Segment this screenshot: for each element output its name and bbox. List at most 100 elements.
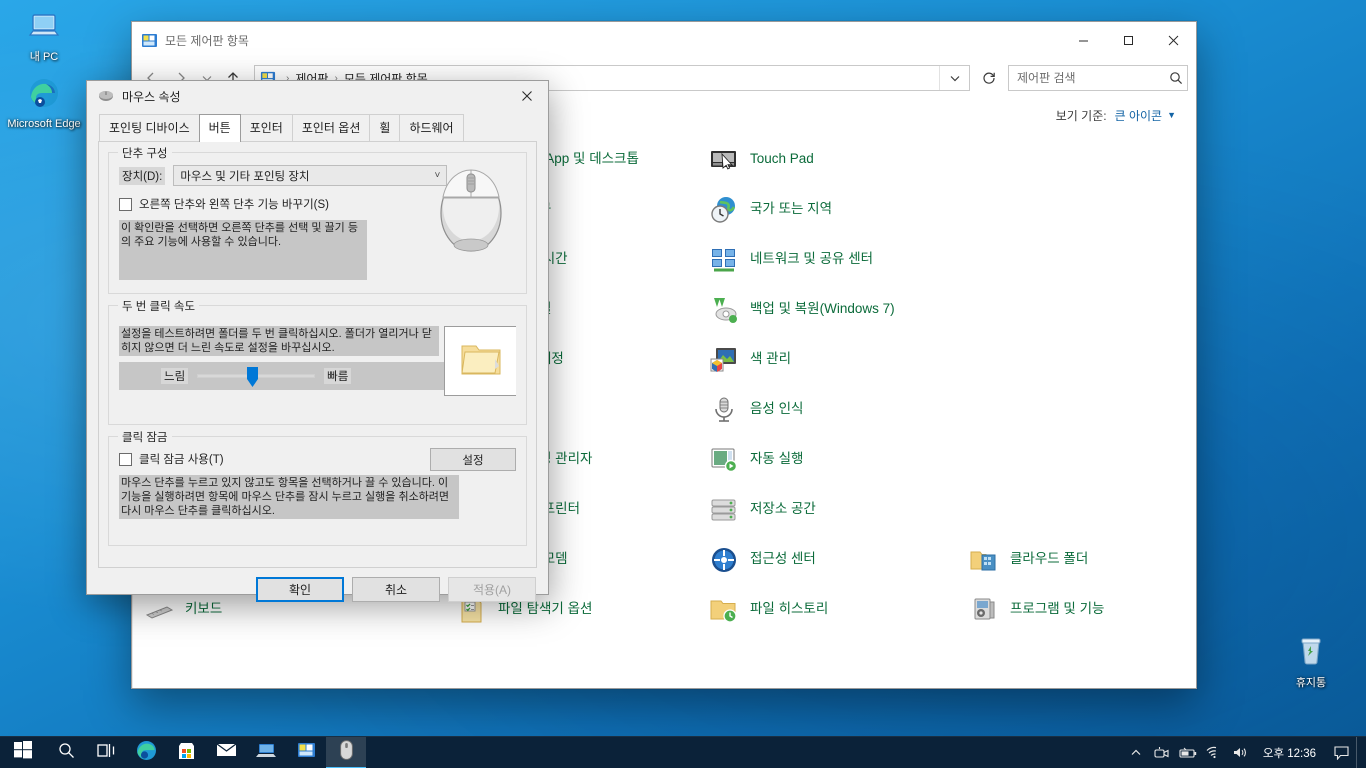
cp-item-ease-of-access[interactable]: 접근성 센터 xyxy=(708,540,968,590)
buttons-tab-pane: 단추 구성 장치(D): 마우스 및 기타 포인팅 장치 ˅ 오른쪽 단추와 왼… xyxy=(98,141,537,568)
tab-pointer-options[interactable]: 포인터 옵션 xyxy=(291,114,371,141)
dialog-button-row: 확인 취소 적용(A) xyxy=(87,568,548,612)
cp-item-label: 국가 또는 지역 xyxy=(750,201,833,216)
speech-recognition-icon xyxy=(708,394,740,426)
cp-item-color-management[interactable]: 색 관리 xyxy=(708,340,968,390)
cp-item-label: 프로그램 및 기능 xyxy=(1010,601,1105,616)
tab-wheel[interactable]: 휠 xyxy=(369,114,401,141)
remote-desktop-button[interactable] xyxy=(246,737,286,768)
window-titlebar: 모든 제어판 항목 xyxy=(132,22,1196,58)
cp-item-touch-pad[interactable]: Touch Pad xyxy=(708,140,968,190)
cp-item-label: 네트워크 및 공유 센터 xyxy=(750,251,874,266)
cancel-button[interactable]: 취소 xyxy=(352,577,440,602)
start-button[interactable] xyxy=(0,737,46,768)
mouse-illustration xyxy=(428,157,514,262)
desktop-icon-label: 내 PC xyxy=(29,51,59,63)
taskbar-clock[interactable]: 오후 12:36 xyxy=(1253,737,1326,768)
swap-buttons-label: 오른쪽 단추와 왼쪽 단추 기능 바꾸기(S) xyxy=(139,199,330,211)
cp-item-programs-features[interactable]: 프로그램 및 기능 xyxy=(968,590,1196,640)
mouse-properties-dialog: 마우스 속성 포인팅 디바이스 버튼 포인터 포인터 옵션 휠 하드웨어 단추 … xyxy=(86,80,549,602)
window-title: 모든 제어판 항목 xyxy=(165,33,249,48)
battery-icon[interactable] xyxy=(1175,737,1201,768)
cp-item-backup-restore[interactable]: 백업 및 복원(Windows 7) xyxy=(708,290,968,340)
task-view-icon xyxy=(96,742,116,764)
mouse-properties-button[interactable] xyxy=(326,736,366,768)
edge-icon xyxy=(136,740,157,766)
double-click-test-area[interactable] xyxy=(444,326,516,396)
cp-grid-spacer xyxy=(968,240,1196,290)
cp-grid-spacer xyxy=(968,440,1196,490)
file-history-icon xyxy=(708,594,740,626)
swap-buttons-help-text: 이 확인란을 선택하면 오른쪽 단추를 선택 및 끌기 등의 주요 기능에 사용… xyxy=(119,220,367,280)
search-icon[interactable] xyxy=(1169,71,1183,85)
desktop-icon-this-pc[interactable]: 내 PC xyxy=(6,8,82,64)
cp-item-label: 자동 실행 xyxy=(750,451,804,466)
search-input[interactable] xyxy=(1017,71,1169,85)
store-button[interactable] xyxy=(166,737,206,768)
this-pc-icon xyxy=(6,8,82,48)
desktop-icon-edge[interactable]: Microsoft Edge xyxy=(6,75,82,131)
mail-button[interactable] xyxy=(206,737,246,768)
slider-fast-label: 빠름 xyxy=(324,368,352,384)
search-button[interactable] xyxy=(46,737,86,768)
notification-icon[interactable] xyxy=(1326,737,1356,768)
cp-item-storage-spaces[interactable]: 저장소 공간 xyxy=(708,490,968,540)
minimize-button[interactable] xyxy=(1061,22,1106,58)
swap-buttons-checkbox[interactable] xyxy=(119,197,132,211)
cp-item-label: 음성 인식 xyxy=(750,401,804,416)
click-lock-checkbox[interactable] xyxy=(119,452,132,466)
cp-item-file-history[interactable]: 파일 히스토리 xyxy=(708,590,968,640)
cp-item-autoplay[interactable]: 자동 실행 xyxy=(708,440,968,490)
tab-pointers[interactable]: 포인터 xyxy=(239,114,293,141)
tab-hardware[interactable]: 하드웨어 xyxy=(399,114,464,141)
double-click-speed-slider[interactable] xyxy=(197,365,316,387)
color-management-icon xyxy=(708,344,740,376)
tab-buttons[interactable]: 버튼 xyxy=(198,114,241,142)
desktop-icon-recycle-bin[interactable]: 휴지통 xyxy=(1273,634,1349,690)
click-lock-help-text: 마우스 단추를 누르고 있지 않고도 항목을 선택하거나 끌 수 있습니다. 이… xyxy=(119,475,459,519)
cp-item-speech-recognition[interactable]: 음성 인식 xyxy=(708,390,968,440)
mail-icon xyxy=(216,742,237,763)
double-click-help-text: 설정을 테스트하려면 폴더를 두 번 클릭하십시오. 폴더가 열리거나 닫히지 … xyxy=(119,326,439,356)
desktop-icon-label: 휴지통 xyxy=(1295,677,1327,689)
mouse-icon xyxy=(98,90,114,102)
address-chevron-down-icon[interactable] xyxy=(939,66,969,90)
slider-thumb[interactable] xyxy=(247,367,259,387)
folder-icon xyxy=(459,339,503,384)
storage-spaces-icon xyxy=(708,494,740,526)
dialog-close-button[interactable] xyxy=(506,81,548,111)
show-desktop-button[interactable] xyxy=(1356,736,1364,768)
search-box[interactable] xyxy=(1008,65,1188,91)
tab-pointing-devices[interactable]: 포인팅 디바이스 xyxy=(99,114,200,141)
cp-item-network-sharing[interactable]: 네트워크 및 공유 센터 xyxy=(708,240,968,290)
region-icon xyxy=(708,194,740,226)
cp-item-label: 저장소 공간 xyxy=(750,501,816,516)
view-by-chevron-down-icon[interactable]: ▼ xyxy=(1167,110,1176,120)
click-lock-settings-button[interactable]: 설정 xyxy=(430,448,516,471)
laptop-icon xyxy=(255,741,277,764)
maximize-button[interactable] xyxy=(1106,22,1151,58)
cp-grid-spacer xyxy=(968,490,1196,540)
wifi-icon[interactable] xyxy=(1201,737,1227,768)
cp-grid-spacer xyxy=(968,190,1196,240)
cp-item-label: 접근성 센터 xyxy=(750,551,816,566)
view-by-value[interactable]: 큰 아이콘 xyxy=(1115,107,1163,124)
cp-item-region[interactable]: 국가 또는 지역 xyxy=(708,190,968,240)
search-icon xyxy=(58,742,75,764)
control-panel-icon xyxy=(297,742,316,764)
slider-slow-label: 느림 xyxy=(161,368,189,384)
cp-item-work-folders[interactable]: 클라우드 폴더 xyxy=(968,540,1196,590)
refresh-icon[interactable] xyxy=(974,66,1004,90)
close-button[interactable] xyxy=(1151,22,1196,58)
edge-button[interactable] xyxy=(126,737,166,768)
device-dropdown[interactable]: 마우스 및 기타 포인팅 장치 ˅ xyxy=(173,165,448,186)
task-view-button[interactable] xyxy=(86,737,126,768)
ok-button[interactable]: 확인 xyxy=(256,577,344,602)
apply-button[interactable]: 적용(A) xyxy=(448,577,536,602)
cp-item-label: Touch Pad xyxy=(750,151,814,166)
system-tray: 오후 12:36 xyxy=(1123,736,1366,768)
control-panel-button[interactable] xyxy=(286,737,326,768)
volume-icon[interactable] xyxy=(1227,737,1253,768)
chevron-up-icon[interactable] xyxy=(1123,737,1149,768)
camera-icon[interactable] xyxy=(1149,737,1175,768)
